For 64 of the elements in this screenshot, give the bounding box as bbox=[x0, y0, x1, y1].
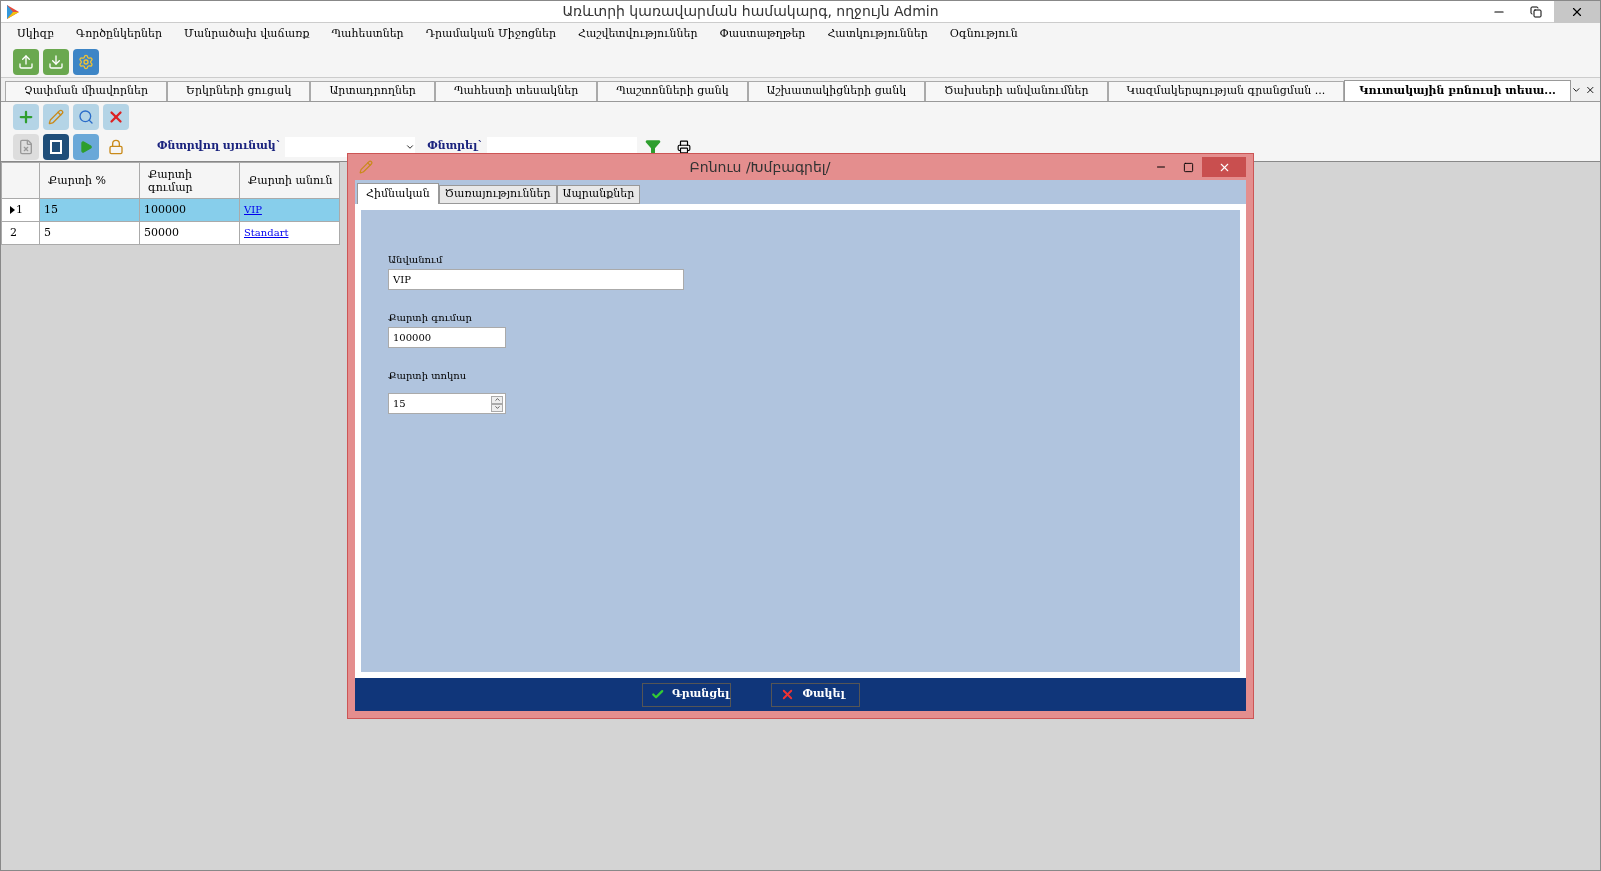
menu-item[interactable]: Պահեստներ bbox=[331, 26, 404, 43]
window-title: Առևտրի կառավարման համակարգ, ողջույն Admin bbox=[562, 2, 939, 21]
app-logo-icon bbox=[5, 3, 21, 20]
filter-icon[interactable] bbox=[644, 138, 661, 155]
menu-item[interactable]: Սկիզբ bbox=[17, 26, 55, 43]
save-button[interactable]: Գրանցել bbox=[641, 682, 731, 707]
report-glyph-icon bbox=[50, 139, 62, 154]
table-row[interactable]: 1 15 100000 VIP bbox=[1, 198, 340, 222]
settings-icon[interactable] bbox=[73, 48, 99, 75]
field-label: Քարտի տոկոս bbox=[388, 369, 468, 383]
maximize-icon[interactable] bbox=[1183, 161, 1194, 173]
tab[interactable]: Կազմակերպության գրանցման ... bbox=[1107, 81, 1345, 101]
column-header[interactable]: Քարտի % bbox=[39, 162, 140, 199]
current-row-icon bbox=[10, 205, 15, 214]
menu-item[interactable]: Փաստաթղթեր bbox=[719, 26, 806, 43]
spin-field[interactable]: 15 bbox=[388, 393, 506, 414]
menu-item[interactable]: Հաշվետվություններ bbox=[578, 26, 698, 43]
menu-item[interactable]: Դրամական Միջոցներ bbox=[425, 26, 557, 43]
dialog-tab[interactable]: Հիմնական bbox=[357, 183, 439, 204]
table-row[interactable]: 2 5 50000 Standart bbox=[1, 221, 340, 245]
menu-item[interactable]: Հատկություններ bbox=[827, 26, 928, 43]
column-dropdown[interactable] bbox=[285, 136, 416, 157]
tab[interactable]: Պահեստի տեսակներ bbox=[434, 81, 598, 101]
upload-icon[interactable] bbox=[13, 48, 39, 75]
dialog-title: Բոնուս /Խմբագրել/ bbox=[689, 157, 831, 177]
tab[interactable]: Ծախսերի անվանումներ bbox=[925, 81, 1108, 101]
search-label: Փնտրել` bbox=[427, 138, 483, 155]
field-label: Քարտի գումար bbox=[388, 311, 473, 325]
table-cell: 100000 bbox=[139, 198, 240, 222]
restore-icon[interactable] bbox=[1530, 5, 1542, 18]
input-field[interactable]: VIP bbox=[388, 269, 684, 290]
dialog-tab[interactable]: Ապրանքներ bbox=[556, 185, 641, 204]
download-icon[interactable] bbox=[43, 48, 69, 75]
menu-item[interactable]: Մանրածախ վաճառք bbox=[184, 26, 310, 43]
dialog-tab[interactable]: Ծառայություններ bbox=[438, 185, 557, 204]
down-arrow-icon[interactable] bbox=[491, 403, 503, 412]
search-icon[interactable] bbox=[73, 104, 99, 130]
table-cell: 50000 bbox=[139, 221, 240, 245]
input-field[interactable]: 100000 bbox=[388, 327, 506, 348]
tab[interactable]: Աշխատակիցների ցանկ bbox=[747, 81, 926, 101]
close-button[interactable] bbox=[1554, 1, 1600, 23]
tab[interactable]: Երկրների ցուցակ bbox=[167, 81, 311, 101]
field-label: Անվանում bbox=[388, 253, 444, 267]
card-name-link[interactable]: VIP bbox=[244, 203, 262, 215]
close-dialog-button[interactable]: Փակել bbox=[770, 682, 860, 707]
dialog-edit-icon bbox=[359, 160, 373, 174]
delete-icon[interactable] bbox=[103, 104, 129, 130]
tab[interactable]: Կուտակային բոնուսի տեսա... bbox=[1344, 80, 1571, 101]
row-index: 1 bbox=[1, 198, 40, 222]
close-button[interactable] bbox=[1202, 157, 1246, 177]
table-cell: 15 bbox=[39, 198, 140, 222]
up-arrow-icon[interactable] bbox=[491, 395, 503, 404]
tab[interactable]: Պաշտոնների ցանկ bbox=[597, 81, 748, 101]
row-index: 2 bbox=[1, 221, 40, 245]
menu-item[interactable]: Գործընկերներ bbox=[76, 26, 162, 43]
column-header[interactable]: Քարտի գումար bbox=[139, 162, 240, 199]
report-icon[interactable] bbox=[43, 133, 69, 160]
tab[interactable]: Չափման միավորներ bbox=[5, 81, 168, 101]
tab[interactable]: Արտադրողներ bbox=[310, 81, 435, 101]
print-icon[interactable] bbox=[676, 139, 691, 154]
column-header[interactable]: Քարտի անուն bbox=[239, 162, 340, 199]
search-column-label: Փնտրվող սյունակ` bbox=[157, 138, 282, 155]
table-cell: 5 bbox=[39, 221, 140, 245]
menu-item[interactable]: Օգնություն bbox=[949, 26, 1018, 43]
